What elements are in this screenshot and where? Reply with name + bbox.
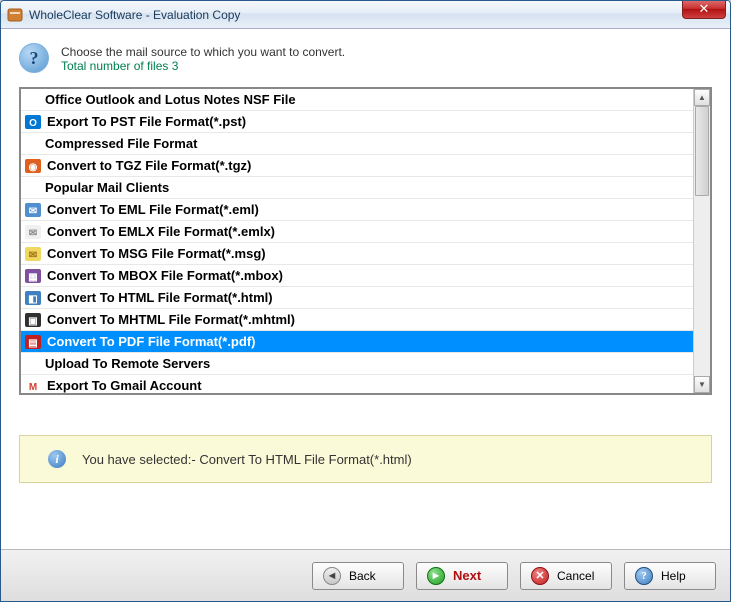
format-listbox: Office Outlook and Lotus Notes NSF File O…: [19, 87, 712, 395]
svg-text:▦: ▦: [28, 272, 37, 283]
close-icon: ✕: [699, 1, 710, 17]
selection-info-text: You have selected:- Convert To HTML File…: [82, 452, 412, 467]
scroll-up-button[interactable]: ▲: [694, 89, 710, 106]
cancel-label: Cancel: [557, 569, 594, 583]
list-item-label: Office Outlook and Lotus Notes NSF File: [45, 92, 296, 107]
back-button[interactable]: ◄ Back: [312, 562, 404, 590]
mbox-icon: ▦: [25, 268, 41, 284]
list-section-header: Compressed File Format: [21, 133, 693, 155]
list-section-header: Popular Mail Clients: [21, 177, 693, 199]
next-label: Next: [453, 568, 481, 583]
list-item-label: Convert To MBOX File Format(*.mbox): [47, 268, 283, 283]
list-item-label: Export To PST File Format(*.pst): [47, 114, 246, 129]
back-label: Back: [349, 569, 376, 583]
scroll-track[interactable]: [694, 106, 710, 376]
window-title: WholeClear Software - Evaluation Copy: [29, 8, 724, 22]
scroll-down-button[interactable]: ▼: [694, 376, 710, 393]
svg-text:✉: ✉: [29, 206, 37, 217]
back-arrow-icon: ◄: [323, 567, 341, 585]
list-item-label: Convert To MSG File Format(*.msg): [47, 246, 266, 261]
selection-info-bar: i You have selected:- Convert To HTML Fi…: [19, 435, 712, 483]
outlook-icon: O: [25, 114, 41, 130]
list-option[interactable]: ▣ Convert To MHTML File Format(*.mhtml): [21, 309, 693, 331]
app-window: WholeClear Software - Evaluation Copy ✕ …: [0, 0, 731, 602]
svg-text:O: O: [29, 118, 37, 129]
list-item-label: Convert to TGZ File Format(*.tgz): [47, 158, 251, 173]
instruction-header: ? Choose the mail source to which you wa…: [19, 43, 712, 73]
mhtml-icon: ▣: [25, 312, 41, 328]
content-area: ? Choose the mail source to which you wa…: [1, 29, 730, 549]
help-question-icon: ?: [635, 567, 653, 585]
list-item-label: Convert To MHTML File Format(*.mhtml): [47, 312, 295, 327]
list-item-label: Upload To Remote Servers: [45, 356, 210, 371]
msg-icon: ✉: [25, 246, 41, 262]
file-count: Total number of files 3: [61, 59, 345, 73]
cancel-x-icon: ✕: [531, 567, 549, 585]
svg-text:M: M: [29, 382, 37, 393]
svg-text:◧: ◧: [28, 294, 37, 305]
scrollbar: ▲ ▼: [693, 89, 710, 393]
next-button[interactable]: ► Next: [416, 562, 508, 590]
list-item-label: Popular Mail Clients: [45, 180, 169, 195]
emlx-icon: ✉: [25, 224, 41, 240]
app-icon: [7, 7, 23, 23]
list-option[interactable]: ✉ Convert To EML File Format(*.eml): [21, 199, 693, 221]
close-button[interactable]: ✕: [682, 0, 726, 19]
pdf-icon: ▤: [25, 334, 41, 350]
list-option[interactable]: O Export To PST File Format(*.pst): [21, 111, 693, 133]
list-option[interactable]: ✉ Convert To EMLX File Format(*.emlx): [21, 221, 693, 243]
svg-text:✉: ✉: [29, 250, 37, 261]
list-option[interactable]: ◧ Convert To HTML File Format(*.html): [21, 287, 693, 309]
list-item-label: Convert To EMLX File Format(*.emlx): [47, 224, 275, 239]
svg-text:▤: ▤: [28, 338, 37, 349]
list-option[interactable]: M Export To Gmail Account: [21, 375, 693, 393]
list-option[interactable]: ✉ Convert To MSG File Format(*.msg): [21, 243, 693, 265]
list-option[interactable]: ▤ Convert To PDF File Format(*.pdf): [21, 331, 693, 353]
list-option[interactable]: ◉ Convert to TGZ File Format(*.tgz): [21, 155, 693, 177]
instruction-text: Choose the mail source to which you want…: [61, 43, 345, 73]
help-button[interactable]: ? Help: [624, 562, 716, 590]
tgz-icon: ◉: [25, 158, 41, 174]
help-label: Help: [661, 569, 686, 583]
svg-text:▣: ▣: [28, 316, 37, 327]
eml-icon: ✉: [25, 202, 41, 218]
gmail-icon: M: [25, 378, 41, 394]
cancel-button[interactable]: ✕ Cancel: [520, 562, 612, 590]
question-icon: ?: [19, 43, 49, 73]
list-item-label: Convert To HTML File Format(*.html): [47, 290, 273, 305]
scroll-thumb[interactable]: [695, 106, 709, 196]
list-item-label: Convert To PDF File Format(*.pdf): [47, 334, 255, 349]
footer-buttons: ◄ Back ► Next ✕ Cancel ? Help: [1, 549, 730, 601]
next-arrow-icon: ►: [427, 567, 445, 585]
list-option[interactable]: ▦ Convert To MBOX File Format(*.mbox): [21, 265, 693, 287]
list-item-label: Convert To EML File Format(*.eml): [47, 202, 259, 217]
titlebar: WholeClear Software - Evaluation Copy ✕: [1, 1, 730, 29]
html-icon: ◧: [25, 290, 41, 306]
list-items-container: Office Outlook and Lotus Notes NSF File O…: [21, 89, 693, 393]
svg-text:✉: ✉: [29, 228, 37, 239]
instruction-line1: Choose the mail source to which you want…: [61, 45, 345, 59]
list-section-header: Office Outlook and Lotus Notes NSF File: [21, 89, 693, 111]
info-icon: i: [48, 450, 66, 468]
list-item-label: Export To Gmail Account: [47, 378, 202, 393]
svg-text:◉: ◉: [29, 162, 38, 173]
list-section-header: Upload To Remote Servers: [21, 353, 693, 375]
list-item-label: Compressed File Format: [45, 136, 197, 151]
